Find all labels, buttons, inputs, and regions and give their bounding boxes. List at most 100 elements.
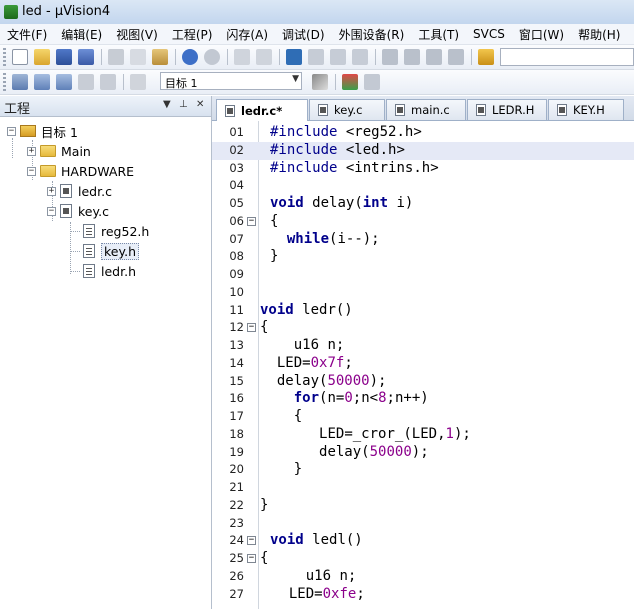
code-line[interactable]: 09 [212, 266, 634, 284]
select-packs-icon[interactable] [364, 74, 380, 90]
code-line[interactable]: 02 #include <led.h> [212, 141, 634, 160]
menu-svcs[interactable]: SVCS [466, 27, 512, 41]
code-line[interactable]: 19 delay(50000); [212, 444, 634, 462]
code-line[interactable]: 21 [212, 479, 634, 497]
code-line[interactable]: 24− void ledl() [212, 532, 634, 550]
code-line[interactable]: 18 LED=_cror_(LED,1); [212, 426, 634, 444]
menu-help[interactable]: 帮助(H) [571, 26, 627, 43]
code-line[interactable]: 04 [212, 177, 634, 195]
code-text: LED=0xfe; [288, 585, 365, 602]
pane-menu-icon[interactable]: ▼ [163, 99, 171, 110]
code-line[interactable]: 05 void delay(int i) [212, 195, 634, 213]
tree-item-ledr-c[interactable]: + ledr.c [47, 182, 112, 200]
code-line[interactable]: 22} [212, 497, 634, 515]
manage-components-icon[interactable] [342, 74, 358, 90]
fold-toggle-icon[interactable]: − [247, 536, 256, 546]
uncomment-icon[interactable] [448, 49, 464, 65]
nav-back-icon[interactable] [234, 49, 250, 65]
new-file-icon[interactable] [12, 49, 28, 65]
open-folder-icon[interactable] [34, 49, 50, 65]
tree-item-key-c[interactable]: − key.c [47, 202, 109, 220]
translate-icon[interactable] [12, 74, 28, 90]
code-line[interactable]: 06− { [212, 213, 634, 231]
stop-build-icon[interactable] [100, 74, 116, 90]
tab-key-h[interactable]: KEY.H [548, 99, 624, 120]
code-line[interactable]: 27 LED=0xfe; [212, 586, 634, 604]
code-line[interactable]: 23 [212, 515, 634, 533]
code-line[interactable]: 26 u16 n; [212, 568, 634, 586]
code-line[interactable]: 03 #include <intrins.h> [212, 160, 634, 178]
find-input[interactable] [500, 48, 634, 66]
fold-toggle-icon[interactable]: − [247, 216, 256, 226]
batch-build-icon[interactable] [78, 74, 94, 90]
code-line[interactable]: 01 #include <reg52.h> [212, 124, 634, 142]
code-line[interactable]: 11 void ledr() [212, 302, 634, 320]
tree-item-ledr-h[interactable]: ledr.h [83, 262, 136, 280]
comment-icon[interactable] [426, 49, 442, 65]
code-line[interactable]: 25−{ [212, 550, 634, 568]
menu-debug[interactable]: 调试(D) [275, 26, 332, 43]
paste-icon[interactable] [152, 49, 168, 65]
copy-icon[interactable] [130, 49, 146, 65]
tab-key-c[interactable]: key.c [309, 99, 385, 120]
code-editor[interactable]: 01 #include <reg52.h> 02 #include <led.h> 03… [212, 121, 634, 609]
tree-item-target[interactable]: − 目标 1 [7, 122, 78, 140]
target-select[interactable]: 目标 1 ▼ [160, 72, 302, 90]
code-line[interactable]: 20 } [212, 461, 634, 479]
target-options-icon[interactable] [312, 74, 328, 90]
menu-edit[interactable]: 编辑(E) [54, 26, 109, 43]
code-line[interactable]: 12−{ [212, 319, 634, 337]
menu-project[interactable]: 工程(P) [165, 26, 220, 43]
bookmark-icon[interactable] [286, 49, 302, 65]
rebuild-icon[interactable] [56, 74, 72, 90]
tree-item-main[interactable]: + Main [27, 142, 91, 160]
collapse-icon[interactable]: − [47, 206, 56, 216]
menu-view[interactable]: 视图(V) [109, 26, 165, 43]
menu-peripherals[interactable]: 外围设备(R) [332, 26, 412, 43]
menu-flash[interactable]: 闪存(A) [219, 26, 275, 43]
tree-item-hardware[interactable]: − HARDWARE [27, 162, 134, 180]
code-line[interactable]: 10 [212, 284, 634, 302]
fold-toggle-icon[interactable]: − [247, 554, 256, 563]
tab-ledr-h[interactable]: LEDR.H [467, 99, 547, 120]
tab-ledr-c[interactable]: ledr.c* [216, 99, 308, 121]
unindent-icon[interactable] [404, 49, 420, 65]
code-line[interactable]: 16 for(n=0;n<8;n++) [212, 390, 634, 408]
tree-item-key-h[interactable]: key.h [83, 242, 139, 260]
redo-icon[interactable] [204, 49, 220, 65]
cut-icon[interactable] [108, 49, 124, 65]
toolbar-gripper[interactable] [3, 73, 6, 91]
save-icon[interactable] [56, 49, 72, 65]
indent-icon[interactable] [382, 49, 398, 65]
code-text: { [260, 319, 269, 336]
prev-bookmark-icon[interactable] [308, 49, 324, 65]
code-line[interactable]: 13 u16 n; [212, 337, 634, 355]
save-all-icon[interactable] [78, 49, 94, 65]
collapse-icon[interactable]: − [27, 166, 36, 176]
pin-icon[interactable]: ⊥ [179, 99, 188, 110]
toolbar-gripper[interactable] [3, 48, 6, 66]
code-line[interactable]: 15 delay(50000); [212, 373, 634, 391]
undo-icon[interactable] [182, 49, 198, 65]
close-icon[interactable]: ✕ [196, 99, 204, 110]
menu-tools[interactable]: 工具(T) [411, 26, 466, 43]
menu-window[interactable]: 窗口(W) [512, 26, 571, 43]
tab-main-c[interactable]: main.c [386, 99, 466, 120]
next-bookmark-icon[interactable] [330, 49, 346, 65]
code-line[interactable]: 17 { [212, 408, 634, 426]
menu-file[interactable]: 文件(F) [0, 26, 54, 43]
nav-forward-icon[interactable] [256, 49, 272, 65]
code-line[interactable]: 14 LED=0x7f; [212, 355, 634, 373]
clear-bookmarks-icon[interactable] [352, 49, 368, 65]
expand-icon[interactable]: + [47, 186, 56, 196]
expand-icon[interactable]: + [27, 146, 36, 156]
chevron-down-icon[interactable]: ▼ [292, 74, 299, 84]
build-icon[interactable] [34, 74, 50, 90]
collapse-icon[interactable]: − [7, 126, 16, 136]
code-line[interactable]: 08} [212, 248, 634, 266]
code-line[interactable]: 07 while(i--); [212, 231, 634, 249]
find-in-files-icon[interactable] [478, 49, 494, 65]
fold-toggle-icon[interactable]: − [247, 323, 256, 333]
download-icon[interactable] [130, 74, 146, 90]
tree-item-reg52-h[interactable]: reg52.h [83, 222, 149, 240]
